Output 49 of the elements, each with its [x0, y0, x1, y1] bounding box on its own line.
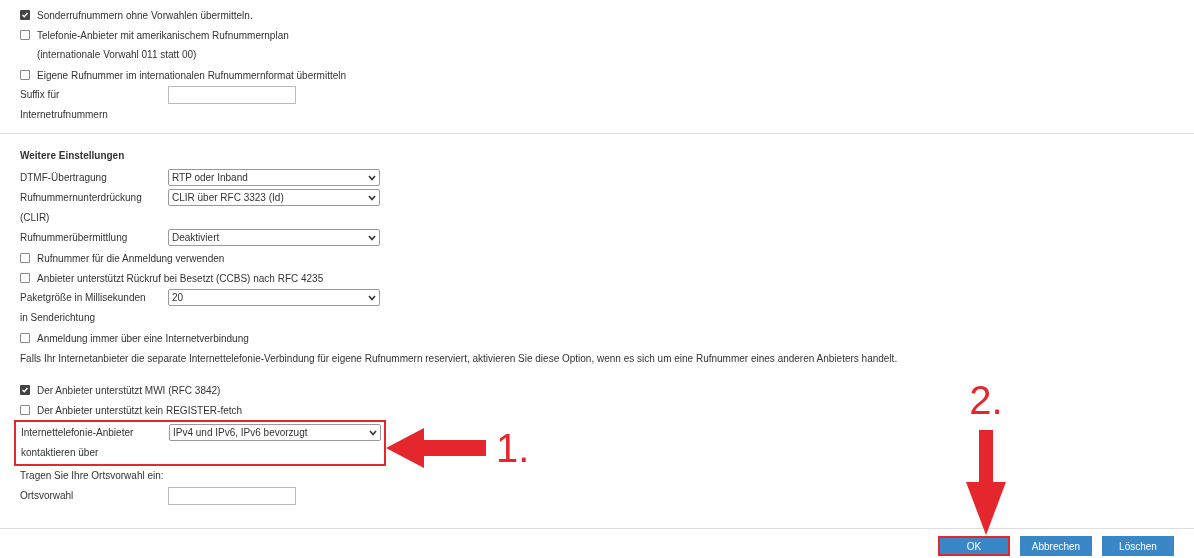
- dropdown[interactable]: IPv4 und IPv6, IPv6 bevorzugt: [169, 424, 381, 441]
- instruction-text: Tragen Sie Ihre Ortsvorwahl ein:: [20, 469, 165, 483]
- checkbox-label: Anbieter unterstützt Rückruf bei Besetzt (CCBS) nach RFC 4235: [37, 271, 324, 286]
- arrow-down-icon: [966, 430, 1006, 535]
- field-label: Paketgröße in Millisekunden: [20, 291, 147, 305]
- field-label: DTMF-Übertragung: [20, 171, 108, 185]
- field-label: (CLIR): [20, 211, 51, 225]
- chevron-down-icon: [368, 194, 376, 201]
- checkbox-label: Der Anbieter unterstützt kein REGISTER-fetch: [37, 403, 243, 418]
- checkbox-label: (internationale Vorwahl 011 statt 00): [36, 48, 198, 62]
- input-field[interactable]: [168, 86, 296, 104]
- field-label: Rufnummernunterdrückung: [20, 191, 143, 205]
- checkbox[interactable]: [20, 333, 30, 343]
- dropdown[interactable]: 20: [168, 289, 380, 306]
- checkbox-label: Rufnummer für die Anmeldung verwenden: [37, 251, 225, 266]
- chevron-down-icon: [369, 429, 377, 436]
- checkbox[interactable]: [20, 405, 30, 415]
- field-label: Rufnummerübermittlung: [20, 231, 129, 245]
- checkbox-label: Sonderrufnummern ohne Vorwahlen übermitteln.: [37, 8, 253, 23]
- step-number: 2.: [969, 380, 1003, 420]
- checkbox[interactable]: [20, 70, 30, 80]
- input-field[interactable]: [168, 487, 296, 505]
- field-label: Ortsvorwahl: [20, 489, 75, 503]
- checkbox-label: Eigene Rufnummer im internationalen Rufnummernformat übermitteln: [37, 68, 347, 83]
- checkbox[interactable]: [20, 385, 30, 395]
- checkbox[interactable]: [20, 273, 30, 283]
- checkbox-label: Anmeldung immer über eine Internetverbindung: [37, 331, 249, 346]
- checkbox[interactable]: [20, 253, 30, 263]
- step-number: 1.: [496, 428, 530, 468]
- dropdown[interactable]: Deaktiviert: [168, 229, 380, 246]
- dialog-button[interactable]: Löschen: [1102, 536, 1174, 556]
- field-label: Suffix für: [20, 88, 61, 102]
- dialog-button[interactable]: OK: [938, 536, 1010, 556]
- checkbox-label: Telefonie-Anbieter mit amerikanischem Rufnummernplan: [37, 28, 289, 43]
- dropdown[interactable]: RTP oder Inband: [168, 169, 380, 186]
- field-label: kontaktieren über: [21, 446, 100, 460]
- dialog-button[interactable]: Abbrechen: [1020, 536, 1092, 556]
- chevron-down-icon: [368, 174, 376, 181]
- info-text: Falls Ihr Internetanbieter die separate Internettelefonie-Verbindung für eigene Rufnummern reserviert, aktivieren Sie diese Option, wenn es sich um eine Rufnummer eines anderen Anbieters handelt.: [20, 352, 898, 366]
- section-heading: Weitere Einstellungen: [20, 149, 126, 163]
- chevron-down-icon: [368, 294, 376, 301]
- checkbox[interactable]: [20, 30, 30, 40]
- chevron-down-icon: [368, 234, 376, 241]
- checkbox-label: Der Anbieter unterstützt MWI (RFC 3842): [37, 383, 221, 398]
- checkbox[interactable]: [20, 10, 30, 20]
- field-label: Internetrufnummern: [20, 108, 109, 122]
- dropdown[interactable]: CLIR über RFC 3323 (Id): [168, 189, 380, 206]
- field-label: Internettelefonie-Anbieter: [21, 426, 135, 440]
- field-label: in Senderichtung: [20, 311, 97, 325]
